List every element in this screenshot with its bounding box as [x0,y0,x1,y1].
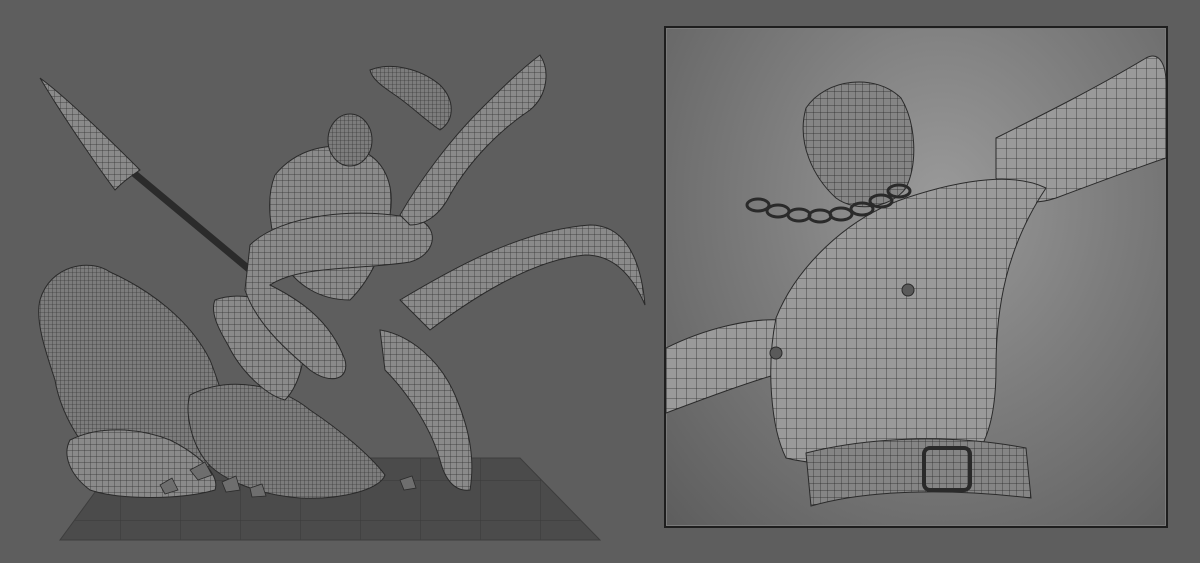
chest-left [769,346,783,360]
spear-shaft [126,166,254,274]
statue-render [38,54,646,541]
spear-blade [39,77,141,191]
torso [770,178,1047,469]
figure-head [327,113,373,167]
belt [805,438,1032,507]
render-stage [0,0,1200,563]
chest-right [901,283,915,297]
head [802,81,915,208]
serpent-tail [399,224,646,331]
closeup-panel [664,26,1168,528]
serpent-head [369,66,452,131]
statue-viewport [0,0,660,563]
closeup-render [666,55,1166,507]
